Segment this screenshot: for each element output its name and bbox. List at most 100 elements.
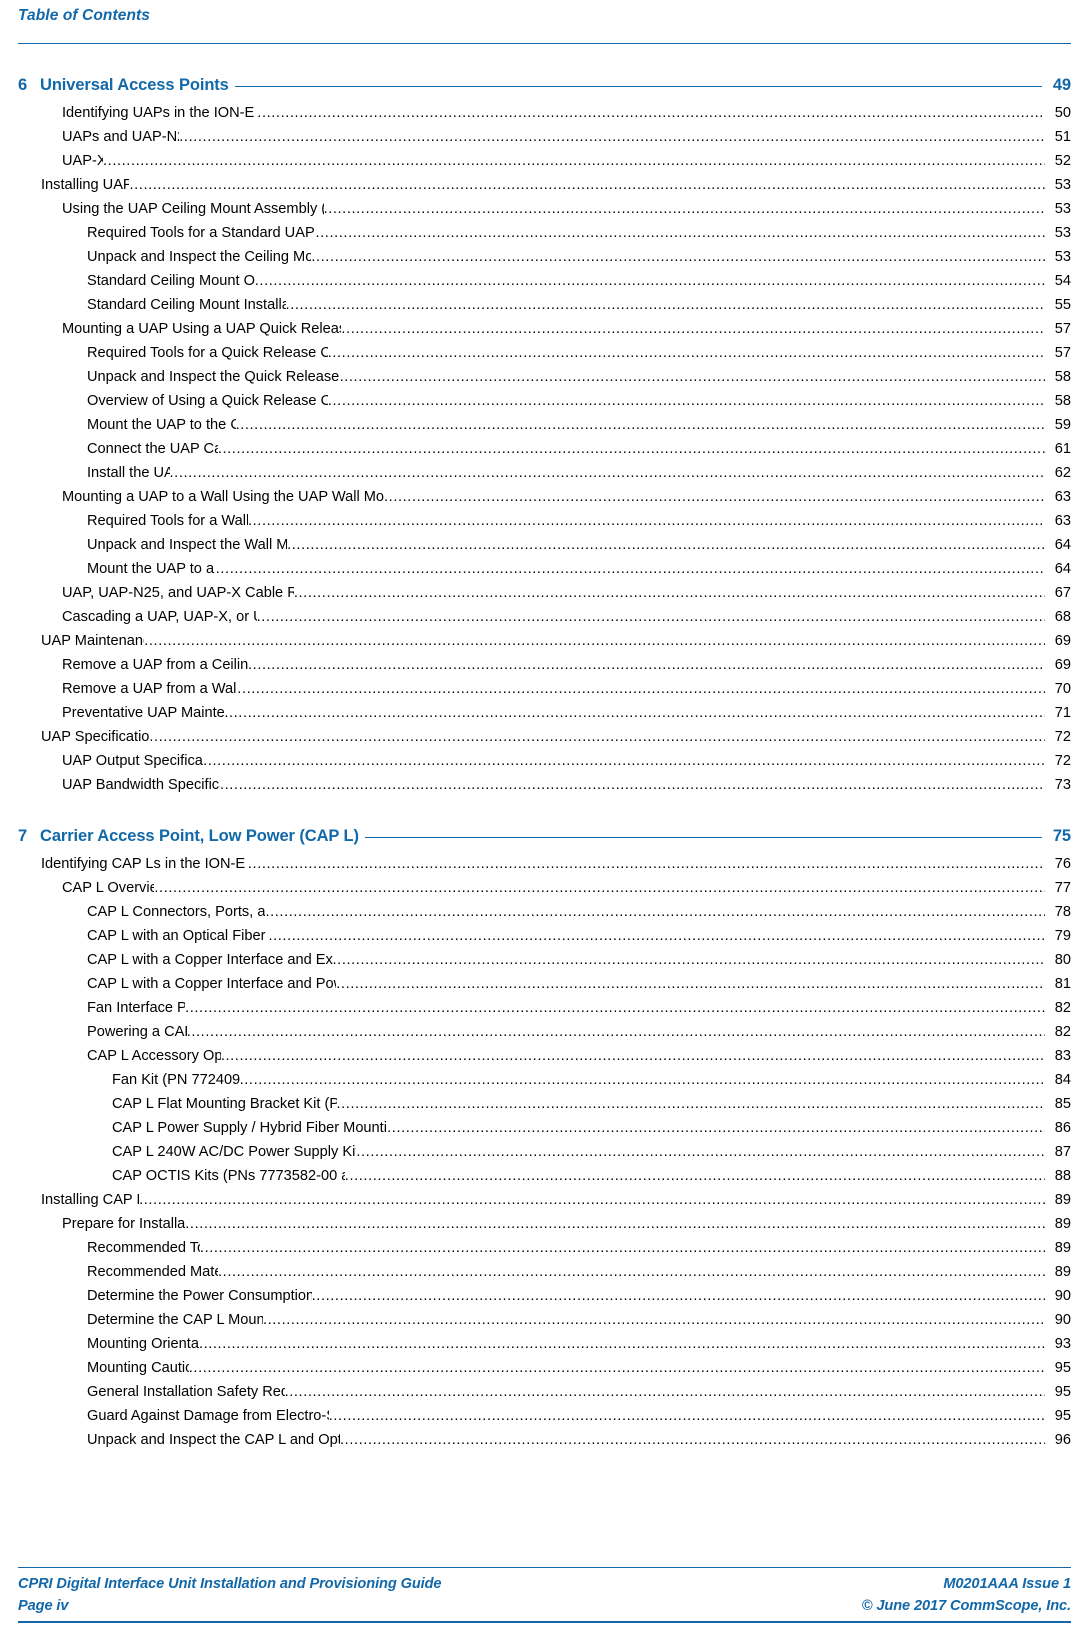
toc-entry-label: Preventative UAP Maintenance [62,704,225,721]
toc-entry[interactable]: Mounting a UAP to a Wall Using the UAP W… [18,485,1071,509]
toc-entry[interactable]: Installing UAPs.........................… [18,173,1071,197]
toc-chapter-title: Universal Access Points [40,75,229,94]
toc-entry[interactable]: Unpack and Inspect the Quick Release Cei… [18,365,1071,389]
toc-entry[interactable]: Preventative UAP Maintenance............… [18,701,1071,725]
toc-entry[interactable]: CAP L Connectors, Ports, and LEDs.......… [18,900,1071,924]
toc-entry[interactable]: Identifying CAP Ls in the ION-E Software… [18,852,1071,876]
toc-entry[interactable]: UAP Output Specifications...............… [18,749,1071,773]
toc-entry[interactable]: UAP Specifications......................… [18,725,1071,749]
toc-entry-label: Mount the UAP to a Wall [87,560,216,577]
toc-entry[interactable]: UAP Maintenance.........................… [18,629,1071,653]
toc-entry-leader: ........................................… [265,903,1045,920]
toc-chapter-heading[interactable]: 7 Carrier Access Point, Low Power (CAP L)… [18,821,1071,846]
toc-entry[interactable]: UAPs and UAP-N25s.......................… [18,125,1071,149]
toc-entry[interactable]: Remove a UAP from a Wall Mount..........… [18,677,1071,701]
toc-entry[interactable]: Fan Interface Port......................… [18,996,1071,1020]
toc-entry-page: 51 [1054,128,1071,145]
toc-entry[interactable]: CAP L Overview..........................… [18,876,1071,900]
toc-entry[interactable]: Standard Ceiling Mount Overview.........… [18,269,1071,293]
toc-entry[interactable]: Unpack and Inspect the Ceiling Mount Ass… [18,245,1071,269]
toc-entry-page: 77 [1054,879,1071,896]
toc-entry-leader: ........................................… [220,1047,1045,1064]
toc-entry[interactable]: Guard Against Damage from Electro-Static… [18,1404,1071,1428]
toc-entry-leader: ........................................… [311,248,1045,265]
toc-entry[interactable]: Determine the CAP L Mounting Site.......… [18,1308,1071,1332]
toc-entry-page: 85 [1054,1095,1071,1112]
toc-entry[interactable]: CAP L with a Copper Interface and Power … [18,972,1071,996]
toc-entry[interactable]: Powering a CAP L........................… [18,1020,1071,1044]
toc-entry[interactable]: CAP L with a Copper Interface and Extern… [18,948,1071,972]
toc-chapter-page: 75 [1052,826,1071,845]
toc-entry[interactable]: Identifying UAPs in the ION-E Software..… [18,101,1071,125]
toc-entry[interactable]: Required Tools for a Wall Mount.........… [18,509,1071,533]
toc-entry-label: UAP Output Specifications [62,752,203,769]
toc-entry[interactable]: CAP L Power Supply / Hybrid Fiber Mounti… [18,1116,1071,1140]
footer-line-1: CPRI Digital Interface Unit Installation… [18,1573,1071,1595]
toc-entry-leader: ........................................… [387,1119,1045,1136]
toc-entry-leader: ........................................… [341,320,1045,337]
toc-entry-page: 89 [1054,1263,1071,1280]
toc-entry[interactable]: Unpack and Inspect the Wall Mounting Kit… [18,533,1071,557]
toc-entry-label: CAP L with an Optical Fiber Interface [87,927,268,944]
toc-entry[interactable]: Required Tools for a Quick Release Ceili… [18,341,1071,365]
toc-entry[interactable]: Fan Kit (PN 7724090-00).................… [18,1068,1071,1092]
toc-entry[interactable]: UAP, UAP-N25, and UAP-X Cable Requiremen… [18,581,1071,605]
toc-entry-page: 90 [1054,1311,1071,1328]
toc-entry[interactable]: UAP-X...................................… [18,149,1071,173]
toc-entry-label: Cascading a UAP, UAP-X, or UAP-N25 [62,608,257,625]
toc-entry[interactable]: Prepare for Installation................… [18,1212,1071,1236]
toc-entry-page: 95 [1054,1383,1071,1400]
toc-entry-page: 87 [1054,1143,1071,1160]
toc-entry-page: 53 [1054,248,1071,265]
toc-entry[interactable]: Required Tools for a Standard UAP Ceilin… [18,221,1071,245]
toc-chapter-heading[interactable]: 6 Universal Access Points 49 [18,70,1071,95]
toc-entry[interactable]: Overview of Using a Quick Release Ceilin… [18,389,1071,413]
toc-chapter-leader [364,821,1042,841]
toc-entry-page: 73 [1054,776,1071,793]
toc-entry[interactable]: Recommended Materials...................… [18,1260,1071,1284]
toc-entry[interactable]: CAP L with an Optical Fiber Interface...… [18,924,1071,948]
toc-entry[interactable]: Mount the UAP to the Ceiling............… [18,413,1071,437]
toc-entry[interactable]: Mounting Cautions.......................… [18,1356,1071,1380]
toc-entry-label: Remove a UAP from a Ceiling Mount [62,656,249,673]
toc-entry-page: 83 [1054,1047,1071,1064]
toc-entry-leader: ........................................… [336,975,1045,992]
toc-entry-page: 58 [1054,392,1071,409]
toc-entry[interactable]: UAP Bandwidth Specifications............… [18,773,1071,797]
toc-entry[interactable]: Determine the Power Consumption of the C… [18,1284,1071,1308]
toc-entry-page: 84 [1054,1071,1071,1088]
toc-entry-label: Overview of Using a Quick Release Ceilin… [87,392,328,409]
toc-entry[interactable]: Recommended Tools.......................… [18,1236,1071,1260]
toc-entry-leader: ........................................… [237,680,1045,697]
toc-entry[interactable]: Unpack and Inspect the CAP L and Optiona… [18,1428,1071,1452]
toc-entry[interactable]: Installing CAP Ls.......................… [18,1188,1071,1212]
toc-entry-label: UAP-X [62,152,104,169]
toc-entry[interactable]: Mounting a UAP Using a UAP Quick Release… [18,317,1071,341]
toc-entry[interactable]: CAP L Flat Mounting Bracket Kit (PN 7774… [18,1092,1071,1116]
toc-entry-label: Determine the CAP L Mounting Site [87,1311,263,1328]
toc-entry[interactable]: CAP L Accessory Options.................… [18,1044,1071,1068]
toc-entry[interactable]: Using the UAP Ceiling Mount Assembly (PN… [18,197,1071,221]
toc-entry[interactable]: Install the UAP.........................… [18,461,1071,485]
toc-entry-label: Installing CAP Ls [41,1191,139,1208]
toc-entry-page: 64 [1054,536,1071,553]
toc-entry[interactable]: Mount the UAP to a Wall.................… [18,557,1071,581]
toc-entry-page: 59 [1054,416,1071,433]
toc-entry[interactable]: Standard Ceiling Mount Installation Step… [18,293,1071,317]
toc-entry[interactable]: CAP OCTIS Kits (PNs 7773582-00 and 77606… [18,1164,1071,1188]
toc-entry[interactable]: Connect the UAP Cables..................… [18,437,1071,461]
toc-entry[interactable]: Cascading a UAP, UAP-X, or UAP-N25......… [18,605,1071,629]
toc-entry-label: Unpack and Inspect the CAP L and Optiona… [87,1431,341,1448]
toc-entry-label: Required Tools for a Quick Release Ceili… [87,344,328,361]
toc-entry-label: CAP OCTIS Kits (PNs 7773582-00 and 77606… [112,1167,345,1184]
toc-entry[interactable]: Remove a UAP from a Ceiling Mount.......… [18,653,1071,677]
toc-entry[interactable]: Mounting Orientation....................… [18,1332,1071,1356]
toc-entry[interactable]: CAP L 240W AC/DC Power Supply Kit (PN 77… [18,1140,1071,1164]
toc-entry-label: UAP Bandwidth Specifications [62,776,220,793]
toc-entry[interactable]: General Installation Safety Requirements… [18,1380,1071,1404]
toc-entry-page: 63 [1054,512,1071,529]
toc-entry-leader: ........................................… [144,632,1045,649]
toc-entry-leader: ........................................… [356,1143,1045,1160]
toc-entry-leader: ........................................… [185,999,1045,1016]
toc-entry-leader: ........................................… [217,440,1045,457]
